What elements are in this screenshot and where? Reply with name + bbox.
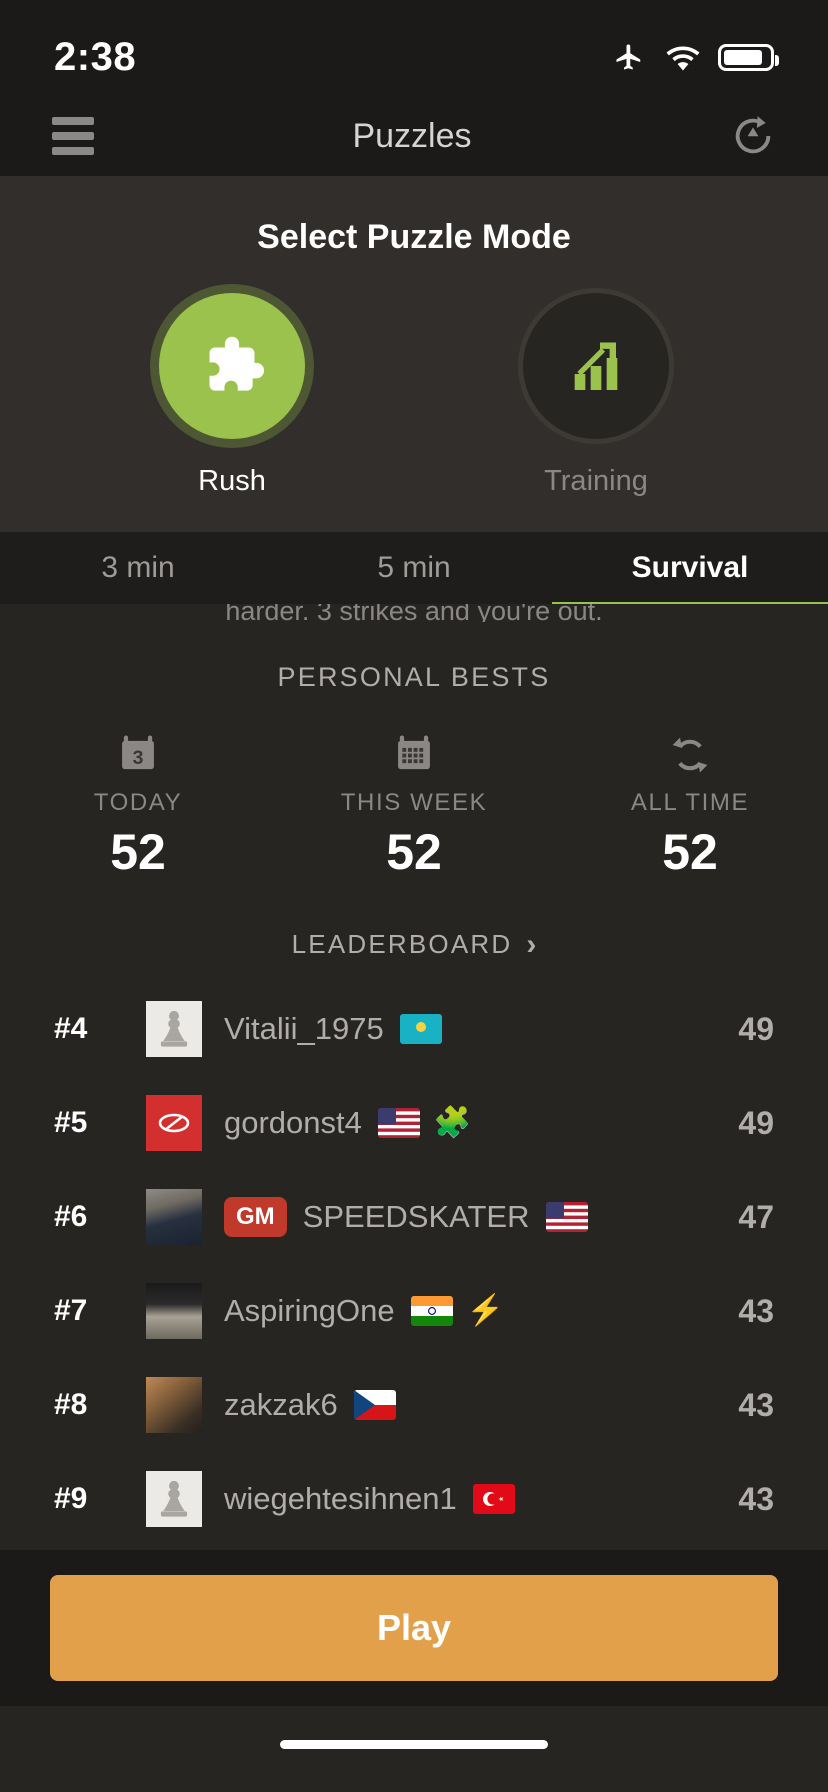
table-row[interactable]: #7 AspiringOne ⚡ 43 [0,1264,828,1358]
table-row[interactable]: #5 gordonst4 🧩 49 [0,1076,828,1170]
calendar-day-icon: 3 [116,731,160,779]
personal-best-today-label: TODAY [93,789,183,816]
play-button[interactable]: Play [50,1575,778,1681]
leaderboard-score: 47 [738,1198,774,1235]
leaderboard-rank: #7 [54,1294,88,1327]
pawn-icon [160,1010,188,1047]
mode-duration-tabs: 3 min 5 min Survival [0,532,828,609]
leaderboard-score: 49 [738,1010,774,1047]
history-refresh-icon[interactable] [730,113,776,159]
leaderboard-score: 43 [738,1480,774,1517]
leaderboard-rank: #9 [54,1482,88,1515]
united-states-flag [377,1108,420,1138]
leaderboard-score: 49 [738,1104,774,1141]
personal-best-week-label: THIS WEEK [340,789,488,816]
player-title-badge: GM [224,1197,287,1237]
avatar[interactable] [146,1001,202,1057]
leaderboard-score: 43 [738,1292,774,1329]
table-row[interactable]: #4 Vitalii_1975 49 [0,982,828,1076]
puzzles-screen: 2:38 Puzzles Select Puzzle Mode Rush Tra… [0,0,828,1792]
avatar[interactable] [146,1189,202,1245]
mode-select-heading: Select Puzzle Mode [257,218,571,256]
leaderboard-badges: ⚡ [410,1294,504,1327]
leaderboard-username: Vitalii_1975 [224,1011,384,1046]
mode-option-training-label: Training [544,465,648,497]
oval-logo-icon [158,1113,190,1133]
table-row[interactable]: #8 zakzak6 43 [0,1358,828,1452]
page-title: Puzzles [352,116,472,155]
mode-option-rush[interactable]: Rush [159,293,305,498]
leaderboard-rank: #5 [54,1106,88,1139]
mode-option-rush-label: Rush [198,465,266,497]
status-icons [610,42,779,72]
personal-bests-row: 3 TODAY 52 THIS WEEK 52 ALL TIME 52 [0,731,828,881]
table-row[interactable]: #6 GM SPEEDSKATER 47 [0,1170,828,1264]
united-states-flag [545,1202,588,1232]
tab-survival[interactable]: Survival [552,551,828,585]
leaderboard-badges: 🧩 [377,1106,472,1139]
avatar[interactable] [146,1377,202,1433]
tab-5-min[interactable]: 5 min [276,551,552,585]
leaderboard-rank: #8 [54,1388,88,1421]
pawn-icon [160,1480,188,1517]
bottom-action-bar: Play [0,1550,828,1706]
mode-description: harder. 3 strikes and you're out. [225,604,603,622]
leaderboard-username: zakzak6 [224,1387,338,1422]
leaderboard-badges [472,1484,515,1514]
home-indicator-area [0,1706,828,1792]
leaderboard-badges [399,1014,442,1044]
status-bar: 2:38 [0,0,828,96]
wifi-icon [666,46,700,71]
lightning-badge-icon: ⚡ [466,1294,504,1327]
bar-chart-arrow-icon [574,342,618,390]
leaderboard-username: AspiringOne [224,1293,395,1328]
personal-best-alltime-value: 52 [662,824,718,880]
leaderboard-rank: #6 [54,1200,88,1233]
personal-best-week-value: 52 [386,824,442,880]
training-mode-circle[interactable] [523,293,669,439]
puzzle-piece-icon [209,336,265,391]
personal-best-today-value: 52 [110,824,166,880]
puzzle-streak-badge-icon: 🧩 [433,1106,472,1139]
status-clock: 2:38 [54,34,137,79]
scroll-content: harder. 3 strikes and you're out. PERSON… [0,604,828,1546]
india-flag [410,1296,453,1326]
leaderboard-rank: #4 [54,1012,88,1045]
tab-3-min[interactable]: 3 min [0,551,276,585]
rush-mode-circle[interactable] [159,293,305,439]
hamburger-menu-icon[interactable] [52,117,94,155]
leaderboard-username: SPEEDSKATER [302,1199,530,1234]
czech-republic-flag [353,1390,396,1420]
airplane-mode-icon [616,44,641,70]
avatar[interactable] [146,1283,202,1339]
leaderboard-username: gordonst4 [224,1105,362,1140]
mode-select-panel: Select Puzzle Mode Rush Training [0,176,828,532]
avatar[interactable] [146,1095,202,1151]
mode-option-training[interactable]: Training [523,293,669,498]
leaderboard-badges [545,1202,588,1232]
leaderboard-list: #4 Vitalii_1975 49 #5 gordonst4 🧩 49 #6 … [0,982,828,1546]
turkey-flag [472,1484,515,1514]
mode-options: Rush Training [0,293,828,498]
personal-bests-title: PERSONAL BESTS [277,662,551,692]
svg-text:3: 3 [133,747,144,769]
calendar-month-icon [392,731,436,779]
leaderboard-score: 43 [738,1386,774,1423]
leaderboard-header[interactable]: LEADERBOARD › [0,929,828,960]
avatar[interactable] [146,1471,202,1527]
refresh-cycle-icon [667,731,713,779]
leaderboard-badges [353,1390,396,1420]
navbar: Puzzles [0,96,828,176]
kazakhstan-flag [399,1014,442,1044]
chevron-right-icon: › [526,927,537,961]
personal-best-alltime-label: ALL TIME [630,789,750,816]
battery-icon [718,43,779,71]
home-indicator[interactable] [280,1740,548,1749]
personal-best-alltime: ALL TIME 52 [552,731,828,881]
leaderboard-title: LEADERBOARD [291,929,513,959]
leaderboard-username: wiegehtesihnen1 [224,1481,457,1516]
personal-best-week: THIS WEEK 52 [276,731,552,881]
table-row[interactable]: #9 wiegehtesihnen1 43 [0,1452,828,1546]
personal-best-today: 3 TODAY 52 [0,731,276,881]
